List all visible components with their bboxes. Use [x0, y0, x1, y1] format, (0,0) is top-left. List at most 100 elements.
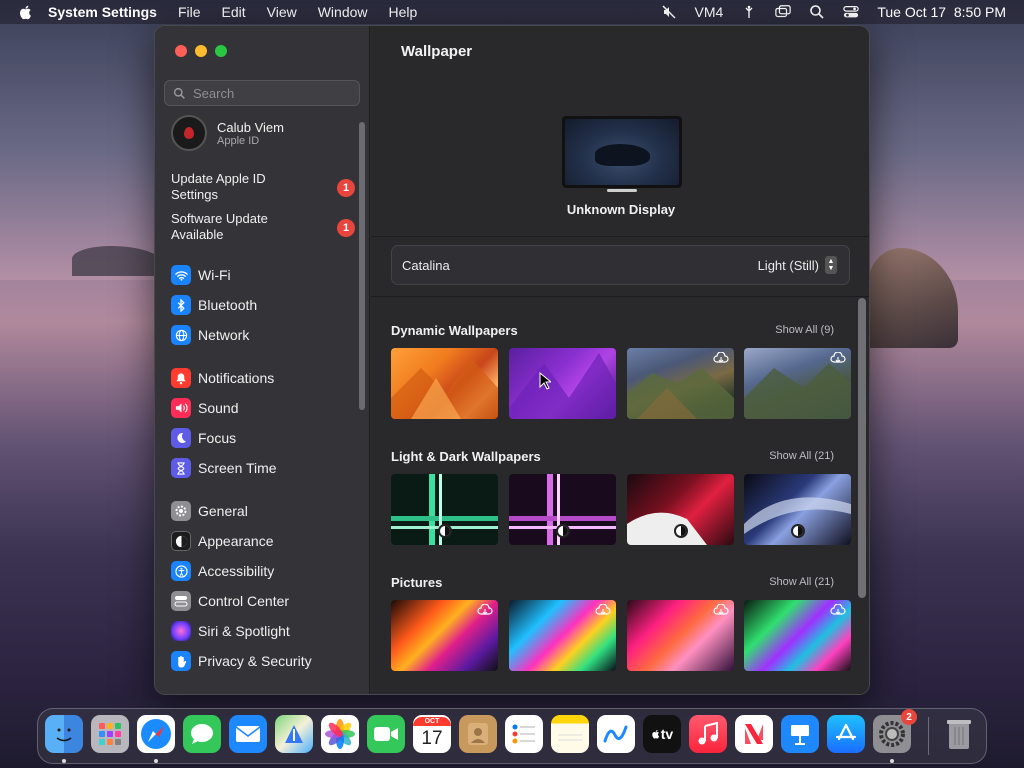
- account-subtitle: Apple ID: [217, 134, 260, 147]
- notification-badge: 2: [901, 709, 917, 725]
- wallpaper-thumbnail-macbook-pro-green[interactable]: [391, 474, 498, 545]
- sidebar-item-bluetooth[interactable]: Bluetooth: [171, 294, 257, 316]
- moon-icon: [171, 428, 191, 448]
- wallpaper-thumbnail-macbook-pro-purple[interactable]: [509, 474, 616, 545]
- running-indicator: [890, 759, 894, 763]
- appearance-icon: [171, 531, 191, 551]
- search-icon[interactable]: [809, 4, 825, 20]
- dock-freeform[interactable]: [597, 715, 635, 753]
- light-dark-icon: [438, 524, 452, 538]
- screen-mirroring-icon[interactable]: [775, 4, 792, 20]
- sidebar-item-screen-time[interactable]: Screen Time: [171, 457, 277, 479]
- wallpaper-thumbnail-catalina-island[interactable]: [744, 348, 851, 419]
- zoom-button[interactable]: [215, 45, 227, 57]
- sidebar-item-label: Network: [198, 327, 250, 343]
- menu-app-name[interactable]: System Settings: [48, 4, 157, 20]
- wallpaper-thumbnail-picture-multicolor[interactable]: [509, 600, 616, 671]
- sidebar-scrollbar[interactable]: [359, 122, 365, 410]
- dock-facetime[interactable]: [367, 715, 405, 753]
- sidebar-item-label: Focus: [198, 430, 237, 446]
- cloud-download-icon: [830, 604, 846, 615]
- dock-news[interactable]: [735, 715, 773, 753]
- dock-tv[interactable]: tv: [643, 715, 681, 753]
- sidebar-item-label: Control Center: [198, 593, 290, 609]
- wallpaper-thumbnail-catalina-coast[interactable]: [627, 348, 734, 419]
- wallpaper-thumbnail-ventura[interactable]: [391, 348, 498, 419]
- dock-reminders[interactable]: [505, 715, 543, 753]
- dock-finder[interactable]: [45, 715, 83, 753]
- wallpaper-thumbnail-imac-blue[interactable]: [744, 474, 851, 545]
- sidebar-item-network[interactable]: Network: [171, 324, 249, 346]
- mute-icon[interactable]: [661, 4, 677, 20]
- dock-maps[interactable]: [275, 715, 313, 753]
- menu-bar: System Settings File Edit View Window He…: [0, 0, 1024, 24]
- minimize-button[interactable]: [195, 45, 207, 57]
- wallpaper-thumbnail-picture-green[interactable]: [744, 600, 851, 671]
- menu-edit[interactable]: Edit: [222, 4, 246, 20]
- sidebar: Search Calub Viem Apple ID Update Apple …: [155, 26, 370, 694]
- dock-launchpad[interactable]: [91, 715, 129, 753]
- sidebar-item-appearance[interactable]: Appearance: [171, 530, 274, 552]
- main-scrollbar[interactable]: [858, 298, 866, 598]
- sidebar-item-label: Sound: [198, 400, 239, 416]
- search-placeholder: Search: [193, 85, 235, 101]
- wallpaper-selector[interactable]: Catalina Light (Still) ▲ ▼: [391, 245, 850, 285]
- search-field[interactable]: Search: [164, 80, 360, 106]
- sidebar-item-sound[interactable]: Sound: [171, 397, 238, 419]
- sidebar-item-wifi[interactable]: Wi-Fi: [171, 264, 231, 286]
- display-preview: [562, 116, 682, 188]
- sidebar-item-control-center[interactable]: Control Center: [171, 590, 289, 612]
- hand-icon: [171, 651, 191, 671]
- cloud-download-icon: [477, 604, 493, 615]
- cloud-download-icon: [713, 352, 729, 363]
- sidebar-item-accessibility[interactable]: Accessibility: [171, 560, 274, 582]
- apple-id-account[interactable]: Calub Viem Apple ID: [171, 115, 284, 151]
- freeform-icon: [603, 725, 628, 743]
- menu-window[interactable]: Window: [318, 4, 368, 20]
- tv-label: tv: [660, 726, 674, 742]
- sidebar-item-siri-spotlight[interactable]: Siri & Spotlight: [171, 620, 290, 642]
- gear-icon: [171, 501, 191, 521]
- sidebar-item-label: Notifications: [198, 370, 275, 386]
- light-dark-icon: [556, 524, 570, 538]
- antenna-icon[interactable]: [741, 4, 757, 20]
- sidebar-item-notifications[interactable]: Notifications: [171, 367, 274, 389]
- dock-system-settings[interactable]: 2: [873, 709, 917, 753]
- wallpaper-thumbnail-imac-red[interactable]: [627, 474, 734, 545]
- menu-help[interactable]: Help: [389, 4, 418, 20]
- dock-photos[interactable]: [321, 715, 359, 753]
- sidebar-item-privacy-security[interactable]: Privacy & Security: [171, 650, 312, 672]
- dock-keynote[interactable]: [781, 715, 819, 753]
- update-apple-id-settings[interactable]: Update Apple ID Settings 1: [171, 171, 355, 203]
- dock-music[interactable]: [689, 715, 727, 753]
- show-all-pictures-button[interactable]: Show All (21): [769, 576, 834, 588]
- show-all-dynamic-button[interactable]: Show All (9): [775, 324, 834, 336]
- sidebar-item-focus[interactable]: Focus: [171, 427, 236, 449]
- wallpaper-mode-popup[interactable]: Light (Still) ▲ ▼: [758, 256, 837, 274]
- dock-messages[interactable]: [183, 715, 221, 753]
- sidebar-item-general[interactable]: General: [171, 500, 248, 522]
- dock-app-store[interactable]: [827, 715, 865, 753]
- finder-icon: [56, 728, 72, 742]
- software-update-available[interactable]: Software Update Available 1: [171, 211, 355, 243]
- show-all-light-dark-button[interactable]: Show All (21): [769, 450, 834, 462]
- dock-mail[interactable]: [229, 715, 267, 753]
- dock-trash[interactable]: [940, 715, 978, 753]
- menu-file[interactable]: File: [178, 4, 201, 20]
- control-center-icon[interactable]: [843, 4, 860, 20]
- chevron-updown-icon: ▲ ▼: [825, 256, 837, 274]
- clock[interactable]: Tue Oct 17 8:50 PM: [877, 4, 1006, 20]
- dock-notes[interactable]: [551, 715, 589, 753]
- dock-calendar[interactable]: OCT 17: [413, 715, 451, 753]
- vm-label[interactable]: VM4: [695, 4, 724, 20]
- light-dark-icon: [674, 524, 688, 538]
- wallpaper-thumbnail-picture-pink[interactable]: [627, 600, 734, 671]
- section-title-pictures: Pictures: [391, 575, 443, 590]
- menu-view[interactable]: View: [267, 4, 297, 20]
- dock-contacts[interactable]: [459, 715, 497, 753]
- dock-safari[interactable]: [137, 715, 175, 753]
- apple-icon[interactable]: [18, 4, 34, 20]
- wallpaper-thumbnail-picture-orange[interactable]: [391, 600, 498, 671]
- wallpaper-thumbnail-ventura-purple[interactable]: [509, 348, 616, 419]
- close-button[interactable]: [175, 45, 187, 57]
